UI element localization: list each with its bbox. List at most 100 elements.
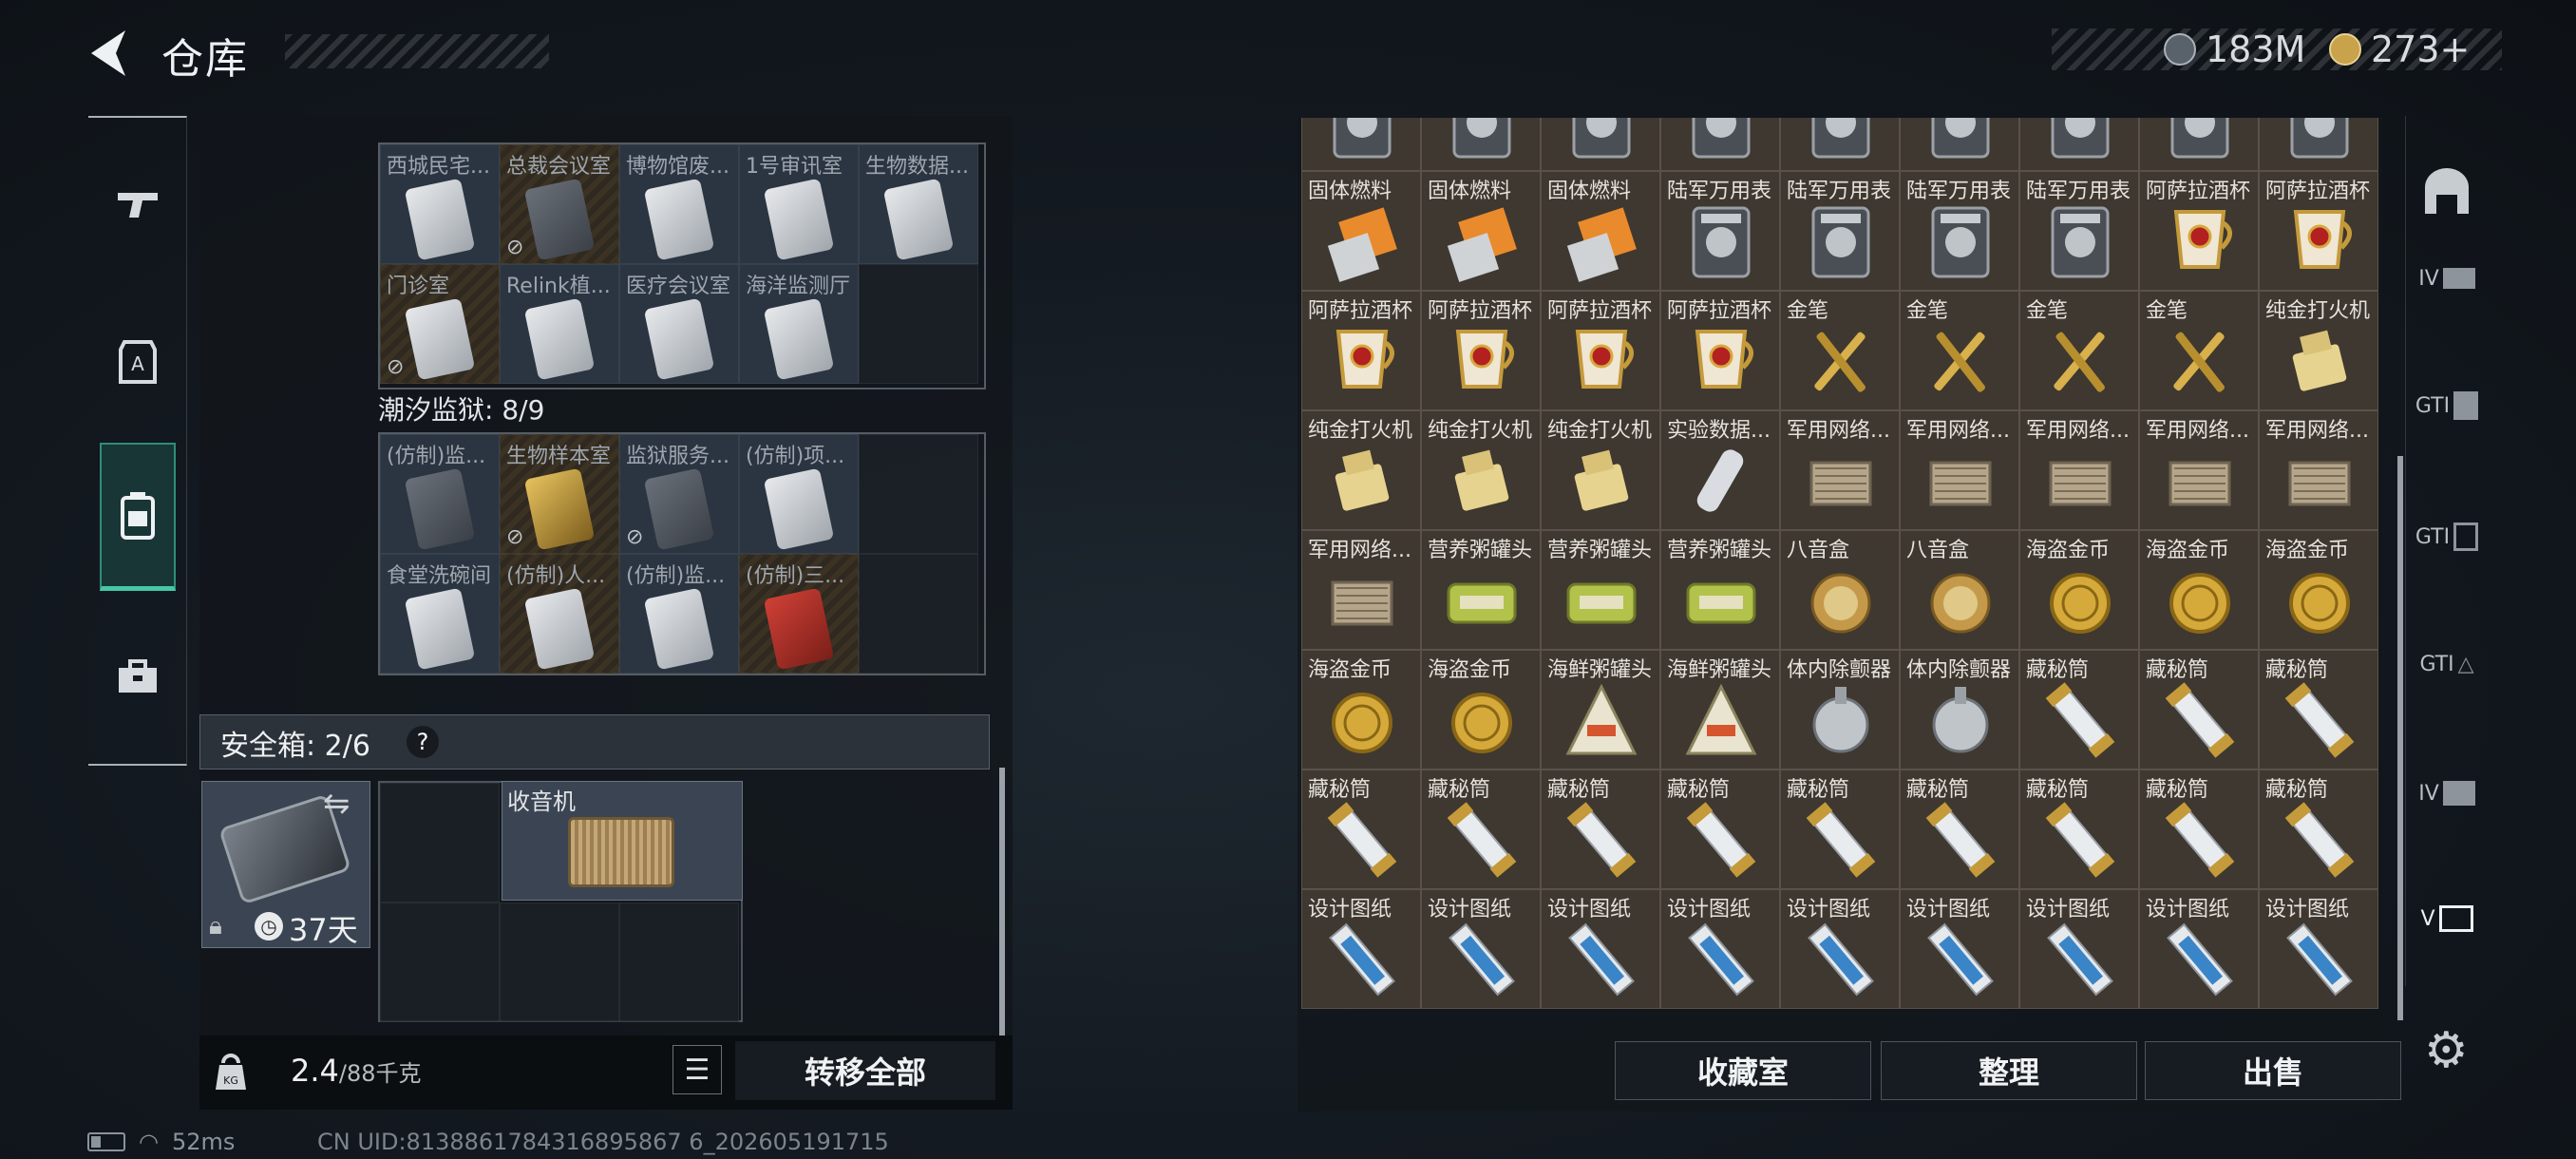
item-cell[interactable]: 海鲜粥罐头 (1541, 650, 1660, 770)
item-cell[interactable] (1900, 118, 2019, 171)
item-cell[interactable]: 营养粥罐头 (1421, 530, 1541, 650)
item-cell[interactable]: 固体燃料 (1421, 171, 1541, 291)
item-cell[interactable]: 藏秘筒 (2019, 770, 2139, 889)
item-cell[interactable]: 海盗金币 (2259, 530, 2378, 650)
nav-toolbox[interactable] (88, 625, 187, 730)
item-cell[interactable]: 阿萨拉酒杯 (2259, 171, 2378, 291)
item-cell[interactable]: 设计图纸 (2019, 889, 2139, 1009)
item-cell[interactable]: 设计图纸 (1301, 889, 1421, 1009)
item-cell[interactable]: 藏秘筒 (2139, 770, 2259, 889)
empty-slot[interactable] (619, 902, 739, 1022)
empty-slot[interactable] (500, 902, 619, 1022)
silver-currency[interactable]: 183M (2164, 28, 2305, 70)
nav-category-6[interactable]: V (2413, 882, 2481, 956)
collection-slot[interactable]: 西城民宅... (380, 144, 500, 264)
item-cell[interactable]: 军用网络... (1301, 530, 1421, 650)
transfer-all-button[interactable]: 转移全部 (735, 1041, 995, 1100)
item-cell[interactable]: 金笔 (2019, 291, 2139, 410)
item-cell[interactable]: 设计图纸 (1780, 889, 1900, 1009)
item-cell[interactable]: 阿萨拉酒杯 (2139, 171, 2259, 291)
item-cell[interactable]: 设计图纸 (1421, 889, 1541, 1009)
collection-slot[interactable]: (仿制)人... (500, 554, 619, 674)
item-cell[interactable]: 藏秘筒 (1660, 770, 1780, 889)
item-cell[interactable]: 海盗金币 (2139, 530, 2259, 650)
item-cell[interactable] (1660, 118, 1780, 171)
item-cell[interactable]: 海盗金币 (1421, 650, 1541, 770)
item-cell[interactable]: 海盗金币 (2019, 530, 2139, 650)
right-scrollbar[interactable] (2397, 456, 2403, 1020)
item-cell[interactable]: 军用网络... (2139, 410, 2259, 530)
item-cell[interactable]: 藏秘筒 (1780, 770, 1900, 889)
item-cell[interactable]: 藏秘筒 (1301, 770, 1421, 889)
back-button[interactable] (84, 27, 141, 80)
item-cell[interactable]: 藏秘筒 (1541, 770, 1660, 889)
collection-slot[interactable]: 生物数据... (859, 144, 978, 264)
item-cell[interactable]: 阿萨拉酒杯 (1541, 291, 1660, 410)
left-scrollbar[interactable] (999, 768, 1005, 1036)
item-cell[interactable]: 营养粥罐头 (1660, 530, 1780, 650)
gold-currency[interactable]: 273+ (2329, 28, 2470, 70)
item-cell[interactable]: 藏秘筒 (1421, 770, 1541, 889)
item-cell[interactable]: 金笔 (2139, 291, 2259, 410)
item-cell[interactable]: 藏秘筒 (1900, 770, 2019, 889)
item-cell[interactable]: 阿萨拉酒杯 (1301, 291, 1421, 410)
item-cell[interactable]: 阿萨拉酒杯 (1421, 291, 1541, 410)
collection-slot[interactable]: 博物馆废... (619, 144, 739, 264)
collection-slot[interactable]: Relink植... (500, 264, 619, 384)
collection-slot[interactable]: (仿制)监... (380, 434, 500, 554)
sell-button[interactable]: 出售 (2145, 1041, 2401, 1100)
collection-slot[interactable]: 门诊室 ⊘ (380, 264, 500, 384)
item-cell[interactable]: 体内除颤器 (1780, 650, 1900, 770)
item-cell[interactable]: 海盗金币 (1301, 650, 1421, 770)
item-cell[interactable] (1421, 118, 1541, 171)
item-cell[interactable]: 藏秘筒 (2259, 650, 2378, 770)
item-cell[interactable] (2139, 118, 2259, 171)
item-cell[interactable]: 藏秘筒 (2019, 650, 2139, 770)
help-button[interactable]: ? (407, 726, 439, 758)
item-cell[interactable]: 纯金打火机 (1421, 410, 1541, 530)
nav-weapons[interactable] (88, 152, 187, 256)
item-cell[interactable]: 八音盒 (1900, 530, 2019, 650)
collection-slot[interactable]: 食堂洗碗间 (380, 554, 500, 674)
item-cell[interactable]: 藏秘筒 (2259, 770, 2378, 889)
item-cell[interactable] (1541, 118, 1660, 171)
item-cell[interactable]: 设计图纸 (1660, 889, 1780, 1009)
item-cell[interactable]: 纯金打火机 (2259, 291, 2378, 410)
collection-slot[interactable]: (仿制)监... (619, 554, 739, 674)
nav-category-5[interactable]: IV (2413, 756, 2481, 830)
item-cell[interactable]: 阿萨拉酒杯 (1660, 291, 1780, 410)
list-view-button[interactable]: ☰ (672, 1045, 722, 1094)
item-cell[interactable]: 军用网络... (1780, 410, 1900, 530)
settings-gear-icon[interactable]: ⚙ (2424, 1022, 2469, 1079)
item-cell[interactable]: 军用网络... (2259, 410, 2378, 530)
collection-slot[interactable]: (仿制)项... (739, 434, 859, 554)
empty-slot[interactable] (380, 902, 500, 1022)
item-cell[interactable]: 海鲜粥罐头 (1660, 650, 1780, 770)
item-cell[interactable]: 纯金打火机 (1301, 410, 1421, 530)
item-cell[interactable] (2259, 118, 2378, 171)
item-cell[interactable]: 体内除颤器 (1900, 650, 2019, 770)
nav-category-4[interactable]: GTI △ (2413, 627, 2481, 701)
item-cell[interactable] (1301, 118, 1421, 171)
item-cell[interactable]: 固体燃料 (1301, 171, 1421, 291)
item-cell[interactable]: 陆军万用表 (1900, 171, 2019, 291)
item-cell[interactable]: 陆军万用表 (1780, 171, 1900, 291)
item-cell[interactable]: 营养粥罐头 (1541, 530, 1660, 650)
nav-helmet[interactable] (2413, 154, 2481, 228)
empty-slot[interactable] (380, 783, 500, 902)
collection-slot[interactable]: 总裁会议室 ⊘ (500, 144, 619, 264)
item-cell[interactable]: 设计图纸 (2259, 889, 2378, 1009)
nav-category-3[interactable]: GTI (2413, 500, 2481, 574)
collection-slot[interactable]: (仿制)三... (739, 554, 859, 674)
item-cell[interactable]: 设计图纸 (2139, 889, 2259, 1009)
item-cell[interactable]: 金笔 (1780, 291, 1900, 410)
collection-slot[interactable]: 1号审讯室 (739, 144, 859, 264)
collection-slot[interactable]: 医疗会议室 (619, 264, 739, 384)
nav-armor[interactable]: A (88, 310, 187, 414)
item-cell[interactable]: 陆军万用表 (2019, 171, 2139, 291)
item-cell[interactable] (2019, 118, 2139, 171)
item-cell[interactable]: 八音盒 (1780, 530, 1900, 650)
item-cell[interactable]: 设计图纸 (1541, 889, 1660, 1009)
item-cell[interactable]: 金笔 (1900, 291, 2019, 410)
swap-icon[interactable]: ⇋ (323, 785, 350, 823)
